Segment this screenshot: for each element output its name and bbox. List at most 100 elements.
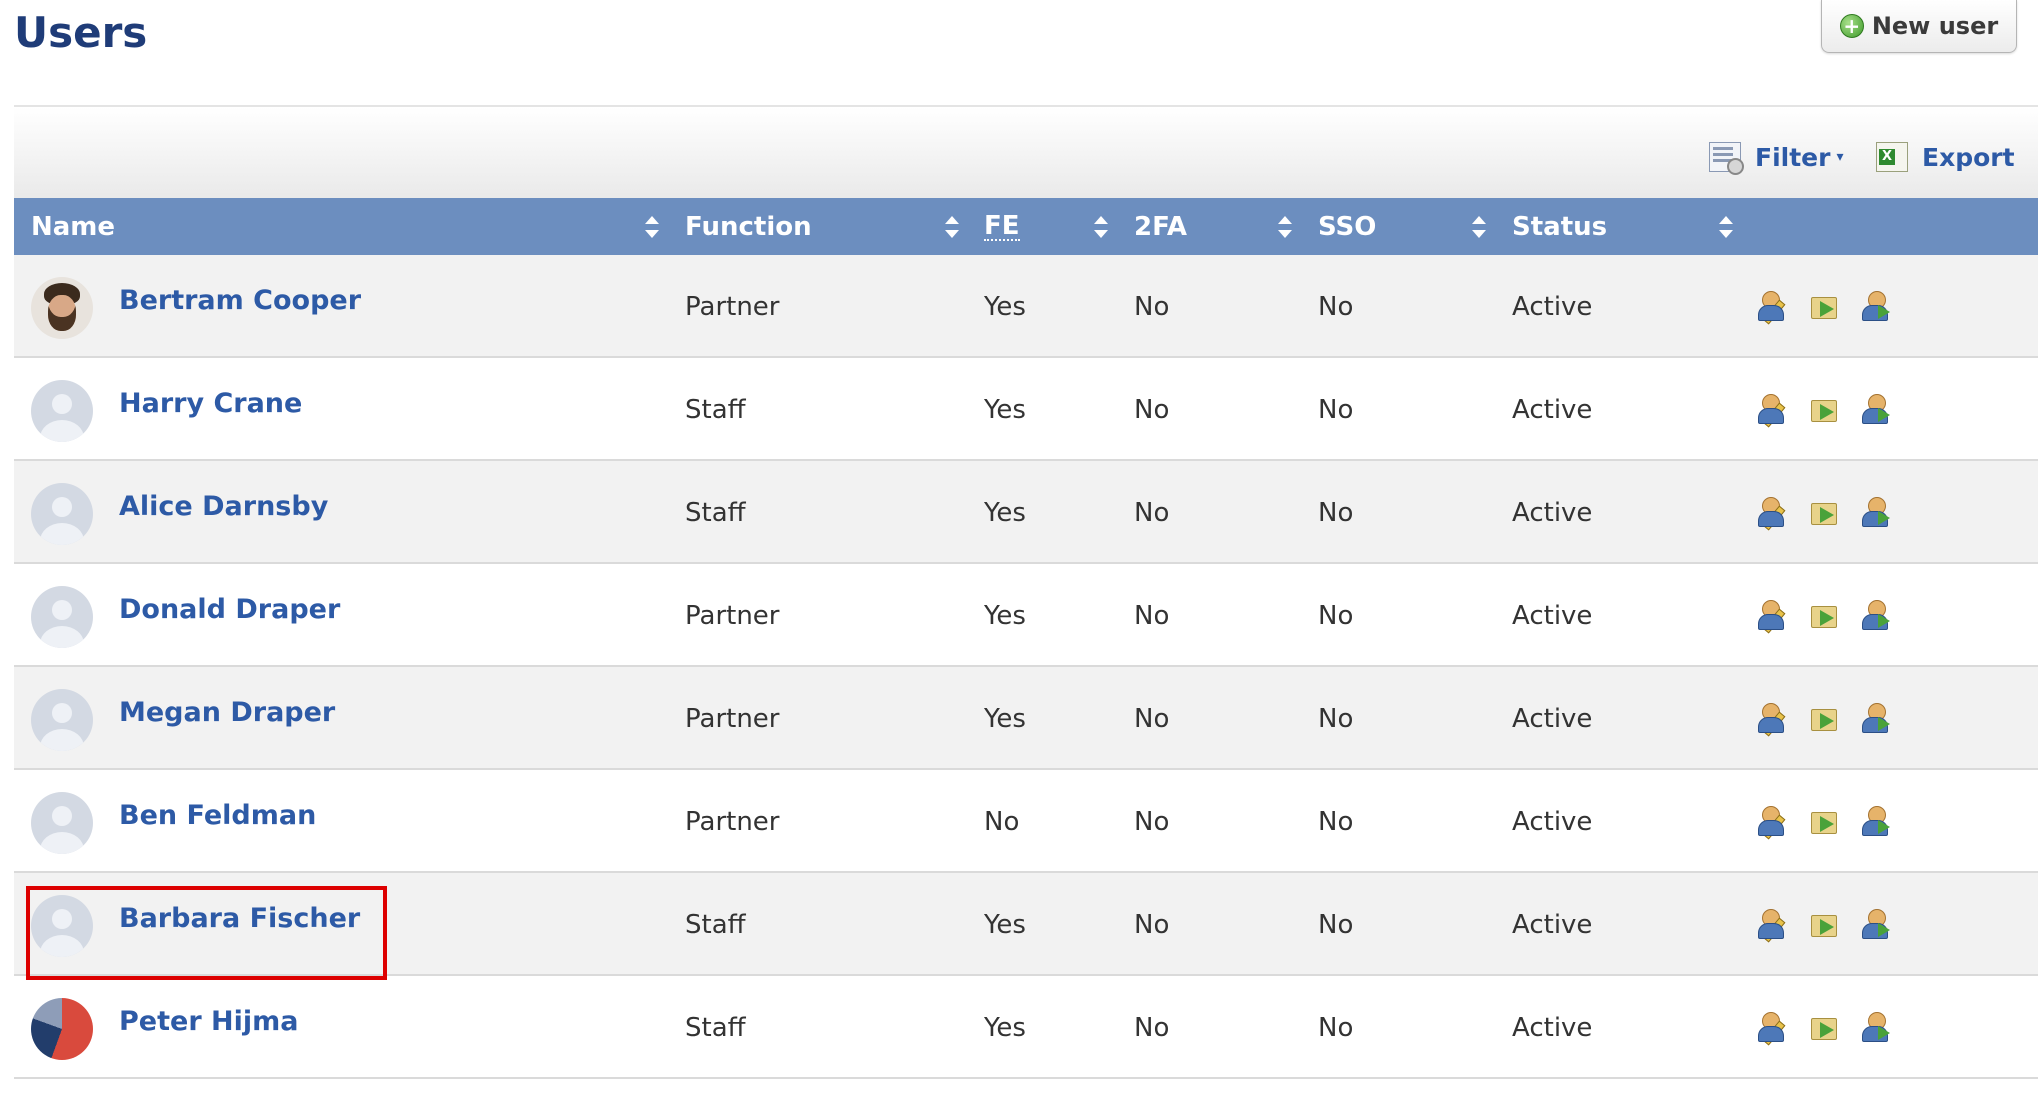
package-arrow-icon[interactable] [1808, 497, 1840, 527]
avatar [31, 483, 93, 545]
table-row: Barbara Fischer Staff Yes No No Active [14, 873, 2038, 976]
row-actions [1756, 703, 1892, 737]
row-actions [1756, 909, 1892, 943]
edit-user-icon[interactable] [1756, 1012, 1788, 1046]
column-header-2fa[interactable]: 2FA [1134, 198, 1187, 255]
user-name-link[interactable]: Donald Draper [119, 558, 340, 661]
row-actions [1756, 600, 1892, 634]
switch-user-icon[interactable] [1860, 1012, 1892, 1042]
sso-cell: No [1318, 600, 1354, 631]
edit-user-icon[interactable] [1756, 909, 1788, 943]
filter-button[interactable]: Filter ▾ [1709, 142, 1844, 175]
sso-cell: No [1318, 1012, 1354, 1043]
row-actions [1756, 394, 1892, 428]
table-row: Harry Crane Staff Yes No No Active [14, 358, 2038, 461]
export-label: Export [1922, 142, 2015, 172]
package-arrow-icon[interactable] [1808, 703, 1840, 733]
column-header-name[interactable]: Name [31, 198, 115, 255]
avatar [31, 895, 93, 957]
package-arrow-icon[interactable] [1808, 600, 1840, 630]
sort-icon[interactable] [1094, 216, 1108, 238]
sso-cell: No [1318, 806, 1354, 837]
export-button[interactable]: Export [1876, 142, 2015, 172]
sort-icon[interactable] [1719, 216, 1733, 238]
status-cell: Active [1512, 394, 1593, 425]
edit-user-icon[interactable] [1756, 291, 1788, 325]
new-user-button[interactable]: + New user [1821, 0, 2017, 53]
filter-label: Filter [1755, 142, 1831, 172]
status-cell: Active [1512, 1012, 1593, 1043]
status-cell: Active [1512, 909, 1593, 940]
twofa-cell: No [1134, 1012, 1170, 1043]
function-cell: Partner [685, 600, 780, 631]
twofa-cell: No [1134, 703, 1170, 734]
fe-cell: Yes [984, 394, 1026, 425]
row-actions [1756, 806, 1892, 840]
table-row: Bertram Cooper Partner Yes No No Active [14, 255, 2038, 358]
table-row: Megan Draper Partner Yes No No Active [14, 667, 2038, 770]
sort-icon[interactable] [945, 216, 959, 238]
status-cell: Active [1512, 600, 1593, 631]
switch-user-icon[interactable] [1860, 600, 1892, 630]
package-arrow-icon[interactable] [1808, 1012, 1840, 1042]
edit-user-icon[interactable] [1756, 806, 1788, 840]
sort-icon[interactable] [1278, 216, 1292, 238]
table-row: Ben Feldman Partner No No No Active [14, 770, 2038, 873]
package-arrow-icon[interactable] [1808, 806, 1840, 836]
column-header-sso[interactable]: SSO [1318, 198, 1376, 255]
user-name-link[interactable]: Bertram Cooper [119, 249, 361, 352]
avatar [31, 689, 93, 751]
package-arrow-icon[interactable] [1808, 394, 1840, 424]
status-cell: Active [1512, 806, 1593, 837]
plus-circle-icon: + [1839, 14, 1864, 38]
user-name-link[interactable]: Barbara Fischer [119, 867, 360, 970]
fe-cell: Yes [984, 1012, 1026, 1043]
status-cell: Active [1512, 497, 1593, 528]
switch-user-icon[interactable] [1860, 394, 1892, 424]
fe-cell: No [984, 806, 1020, 837]
column-header-fe[interactable]: FE [984, 198, 1020, 255]
table-row: Alice Darnsby Staff Yes No No Active [14, 461, 2038, 564]
user-name-link[interactable]: Megan Draper [119, 661, 335, 764]
function-cell: Partner [685, 806, 780, 837]
sort-icon[interactable] [1472, 216, 1486, 238]
sso-cell: No [1318, 497, 1354, 528]
switch-user-icon[interactable] [1860, 909, 1892, 939]
switch-user-icon[interactable] [1860, 703, 1892, 733]
user-name-link[interactable]: Alice Darnsby [119, 455, 328, 558]
table-row: Peter Hijma Staff Yes No No Active [14, 976, 2038, 1079]
user-name-link[interactable]: Peter Hijma [119, 970, 299, 1073]
sso-cell: No [1318, 291, 1354, 322]
switch-user-icon[interactable] [1860, 806, 1892, 836]
column-header-status[interactable]: Status [1512, 198, 1607, 255]
caret-down-icon: ▾ [1836, 149, 1844, 165]
function-cell: Partner [685, 703, 780, 734]
page-title: Users [14, 8, 148, 57]
switch-user-icon[interactable] [1860, 291, 1892, 321]
edit-user-icon[interactable] [1756, 600, 1788, 634]
twofa-cell: No [1134, 291, 1170, 322]
user-name-link[interactable]: Ben Feldman [119, 764, 316, 867]
avatar [31, 586, 93, 648]
table-toolbar: Filter ▾ Export [14, 105, 2038, 200]
edit-user-icon[interactable] [1756, 703, 1788, 737]
user-name-link[interactable]: Harry Crane [119, 352, 302, 455]
function-cell: Staff [685, 394, 746, 425]
twofa-cell: No [1134, 600, 1170, 631]
function-cell: Staff [685, 1012, 746, 1043]
avatar [31, 792, 93, 854]
twofa-cell: No [1134, 806, 1170, 837]
package-arrow-icon[interactable] [1808, 291, 1840, 321]
switch-user-icon[interactable] [1860, 497, 1892, 527]
sso-cell: No [1318, 909, 1354, 940]
row-actions [1756, 1012, 1892, 1046]
column-header-function[interactable]: Function [685, 198, 812, 255]
avatar [31, 998, 93, 1060]
edit-user-icon[interactable] [1756, 497, 1788, 531]
package-arrow-icon[interactable] [1808, 909, 1840, 939]
function-cell: Staff [685, 909, 746, 940]
sort-icon[interactable] [645, 216, 659, 238]
edit-user-icon[interactable] [1756, 394, 1788, 428]
function-cell: Partner [685, 291, 780, 322]
new-user-label: New user [1871, 12, 1999, 40]
